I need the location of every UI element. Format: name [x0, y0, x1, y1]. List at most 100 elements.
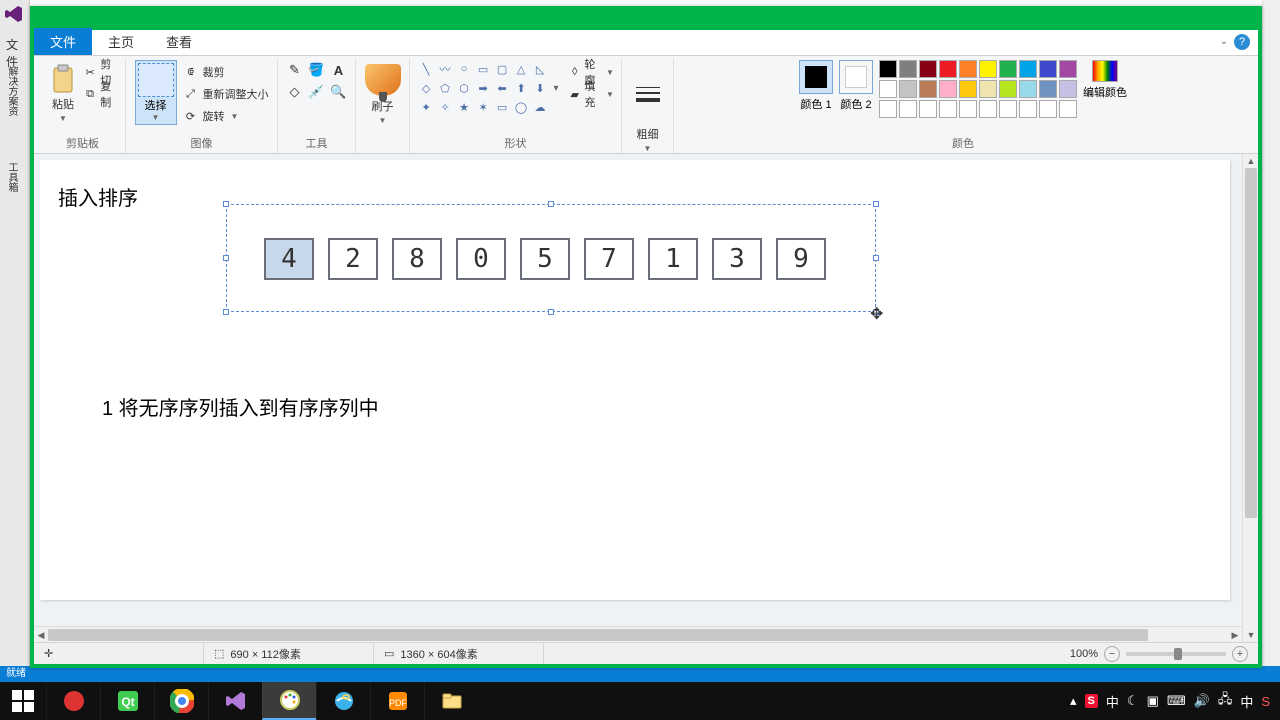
rotate-icon: ⟳: [183, 110, 199, 123]
palette-swatch[interactable]: [939, 60, 957, 78]
scroll-right-arrow[interactable]: ▶: [1228, 627, 1242, 642]
tray-action-icon[interactable]: ▣: [1147, 693, 1159, 709]
background-right-edge: [1262, 0, 1280, 670]
selection-handle-w[interactable]: [223, 255, 229, 261]
palette-swatch[interactable]: [899, 60, 917, 78]
eraser-tool[interactable]: ◇: [285, 82, 305, 102]
select-button[interactable]: 选择 ▼: [135, 60, 177, 125]
scroll-down-arrow[interactable]: ▼: [1243, 628, 1258, 642]
shapes-gallery[interactable]: ╲〰○▭▢△◺ ◇⬠⬡➡⬅⬆⬇ ✦✧★✶▭◯☁: [417, 60, 549, 116]
palette-swatch[interactable]: [879, 60, 897, 78]
taskbar-app-vs[interactable]: [208, 682, 262, 720]
palette-swatch[interactable]: [899, 100, 917, 118]
tray-keyboard-icon[interactable]: ⌨: [1167, 693, 1186, 709]
group-image: 选择 ▼ ⟃裁剪 ⤢重新调整大小 ⟳旋转▼ 图像: [126, 58, 278, 153]
text-tool[interactable]: A: [329, 60, 349, 80]
horizontal-scrollbar[interactable]: ◀ ▶: [34, 626, 1242, 642]
palette-swatch[interactable]: [1019, 80, 1037, 98]
vscroll-thumb[interactable]: [1245, 168, 1257, 518]
magnifier-tool[interactable]: 🔍: [329, 82, 349, 102]
move-cursor-icon: ✥: [870, 304, 883, 324]
vertical-scrollbar[interactable]: ▲ ▼: [1242, 154, 1258, 642]
palette-swatch[interactable]: [1059, 100, 1077, 118]
selection-handle-nw[interactable]: [223, 201, 229, 207]
tray-ime-zh[interactable]: 中: [1106, 692, 1119, 711]
taskbar-app-qt[interactable]: Qt: [100, 682, 154, 720]
edit-colors-button[interactable]: 编辑颜色: [1083, 60, 1127, 100]
tab-file[interactable]: 文件: [34, 28, 92, 55]
color1-button[interactable]: 颜色 1: [799, 60, 833, 112]
palette-swatch[interactable]: [979, 80, 997, 98]
palette-swatch[interactable]: [959, 60, 977, 78]
taskbar-app-paint[interactable]: [262, 682, 316, 720]
tray-volume-icon[interactable]: 🔊: [1194, 693, 1210, 709]
resize-button[interactable]: ⤢重新调整大小: [183, 84, 269, 104]
palette-swatch[interactable]: [879, 100, 897, 118]
zoom-out-button[interactable]: −: [1104, 646, 1120, 662]
taskbar-app-ie[interactable]: [316, 682, 370, 720]
fill-tool[interactable]: 🪣: [307, 60, 327, 80]
brushes-button[interactable]: 刷子 ▼: [365, 60, 401, 125]
selection-handle-e[interactable]: [873, 255, 879, 261]
palette-swatch[interactable]: [999, 60, 1017, 78]
palette-swatch[interactable]: [959, 100, 977, 118]
palette-swatch[interactable]: [959, 80, 977, 98]
selection-handle-n[interactable]: [548, 201, 554, 207]
palette-swatch[interactable]: [999, 100, 1017, 118]
crop-button[interactable]: ⟃裁剪: [183, 62, 269, 82]
hscroll-thumb[interactable]: [48, 629, 1148, 641]
palette-swatch[interactable]: [1019, 60, 1037, 78]
zoom-slider[interactable]: [1126, 652, 1226, 656]
color-palette: [879, 60, 1077, 118]
palette-swatch[interactable]: [1039, 100, 1057, 118]
tray-moon-icon[interactable]: ☾: [1127, 693, 1139, 709]
taskbar-app-foxit[interactable]: PDF: [370, 682, 424, 720]
fill-icon: ▰: [569, 88, 580, 101]
scroll-left-arrow[interactable]: ◀: [34, 627, 48, 642]
palette-swatch[interactable]: [919, 60, 937, 78]
palette-swatch[interactable]: [979, 100, 997, 118]
shapes-more-button[interactable]: ▾: [549, 60, 563, 116]
palette-swatch[interactable]: [999, 80, 1017, 98]
palette-swatch[interactable]: [919, 100, 937, 118]
start-button[interactable]: [0, 682, 46, 720]
tab-home[interactable]: 主页: [92, 28, 150, 55]
palette-swatch[interactable]: [1059, 60, 1077, 78]
copy-button[interactable]: ⧉复制: [84, 84, 117, 104]
selection-handle-sw[interactable]: [223, 309, 229, 315]
palette-swatch[interactable]: [1039, 60, 1057, 78]
taskbar-app-explorer[interactable]: [424, 682, 478, 720]
tray-ime-sogou[interactable]: S: [1085, 694, 1098, 708]
canvas[interactable]: 插入排序 428057139 ✥ 1 将无序序列插入到有序序列中: [40, 160, 1230, 600]
eyedropper-tool[interactable]: 💉: [307, 82, 327, 102]
scroll-up-arrow[interactable]: ▲: [1243, 154, 1258, 168]
palette-swatch[interactable]: [919, 80, 937, 98]
pencil-tool[interactable]: ✎: [285, 60, 305, 80]
selection-handle-ne[interactable]: [873, 201, 879, 207]
palette-swatch[interactable]: [1039, 80, 1057, 98]
ribbon-collapse-button[interactable]: ⌄: [1220, 36, 1228, 47]
palette-swatch[interactable]: [979, 60, 997, 78]
palette-swatch[interactable]: [879, 80, 897, 98]
selection-handle-s[interactable]: [548, 309, 554, 315]
color2-button[interactable]: 颜色 2: [839, 60, 873, 112]
rotate-button[interactable]: ⟳旋转▼: [183, 106, 269, 126]
help-button[interactable]: ?: [1234, 34, 1250, 50]
outline-icon: ◊: [569, 66, 580, 78]
tab-view[interactable]: 查看: [150, 28, 208, 55]
palette-swatch[interactable]: [1059, 80, 1077, 98]
shape-fill-button[interactable]: ▰填充▼: [569, 84, 614, 104]
palette-swatch[interactable]: [939, 100, 957, 118]
taskbar-app-record[interactable]: [46, 682, 100, 720]
palette-swatch[interactable]: [899, 80, 917, 98]
paste-button[interactable]: 粘贴 ▼: [48, 60, 78, 123]
tray-sogou2-icon[interactable]: S: [1261, 694, 1270, 709]
palette-swatch[interactable]: [1019, 100, 1037, 118]
tray-ime-zh2[interactable]: 中: [1240, 692, 1253, 711]
tray-up-icon[interactable]: ▴: [1070, 693, 1077, 709]
taskbar-app-chrome[interactable]: [154, 682, 208, 720]
zoom-in-button[interactable]: +: [1232, 646, 1248, 662]
tray-network-icon[interactable]: 🖧: [1218, 690, 1233, 712]
zoom-slider-knob[interactable]: [1174, 648, 1182, 660]
palette-swatch[interactable]: [939, 80, 957, 98]
